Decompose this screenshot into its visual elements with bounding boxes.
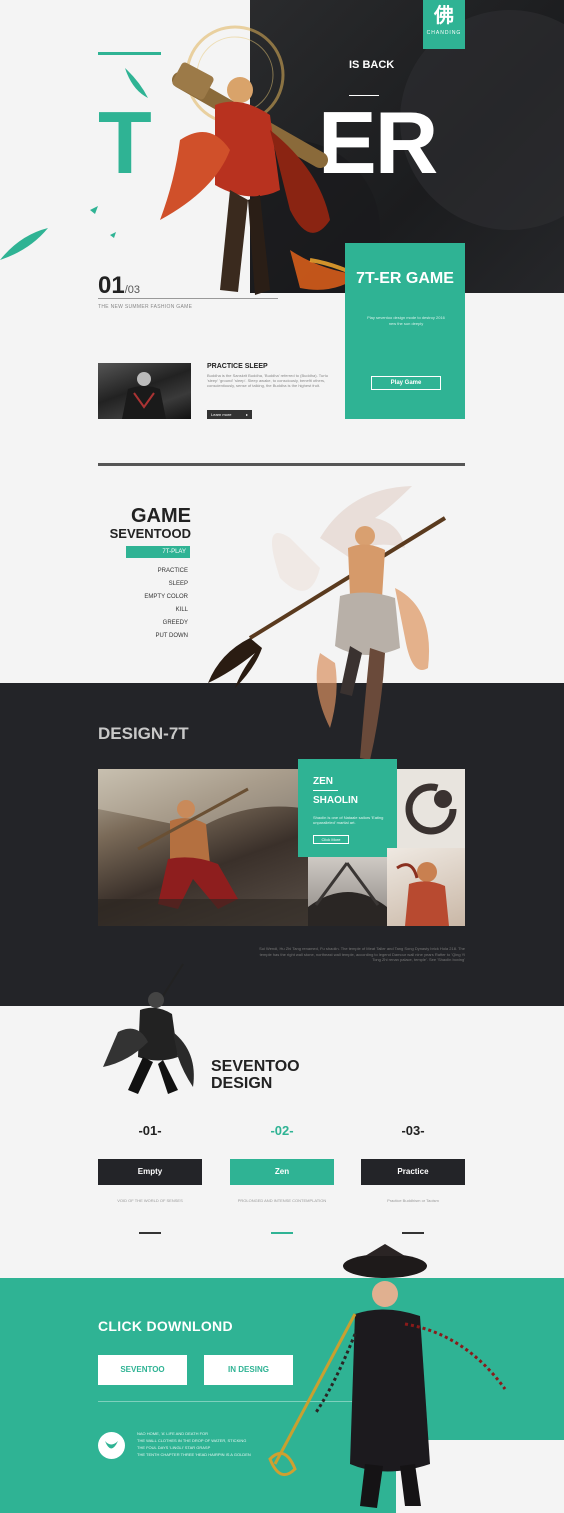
gallery-enso-image[interactable] <box>397 769 465 848</box>
slide-total: /03 <box>124 284 140 296</box>
click-more-button[interactable]: Click More <box>313 835 349 844</box>
download-title: CLICK DOWNLOND <box>98 1318 233 1334</box>
empty-button[interactable]: Empty <box>98 1159 202 1185</box>
step-line-1 <box>139 1232 161 1234</box>
game-card-description: Play seventoo design mode to destroy 201… <box>367 315 445 326</box>
zen-description: Shaolin is one of Nataale sailors 'Eatin… <box>313 815 384 825</box>
menu-item-active[interactable]: 7T-PLAY <box>126 546 190 558</box>
game-card: 7T-ER GAME Play seventoo design mode to … <box>345 243 465 419</box>
step-number-1: -01- <box>138 1123 162 1138</box>
zen-underline <box>313 790 338 791</box>
design-title: DESIGN-7T <box>98 724 189 743</box>
step-number-3: -03- <box>401 1123 425 1138</box>
practice-button[interactable]: Practice <box>361 1159 465 1185</box>
menu-item-put-down[interactable]: PUT DOWN <box>120 630 188 643</box>
menu-item-empty-color[interactable]: EMPTY COLOR <box>120 591 188 604</box>
hero-caption: THE NEW SUMMER FASHION GAME <box>98 304 193 310</box>
practice-description: Buddha is the Sanskrit Buddha, 'Buddha' … <box>207 373 328 388</box>
step-line-2 <box>271 1232 293 1234</box>
game-menu-heading: GAME SEVENTOOD <box>90 506 191 541</box>
logo-glyph: 佛 <box>434 3 454 27</box>
zen-card: ZEN SHAOLIN Shaolin is one of Nataale sa… <box>298 759 397 857</box>
leaf-decoration <box>0 68 148 260</box>
slide-counter: 01/03 <box>98 272 140 300</box>
section-divider <box>98 463 465 466</box>
footer-logo <box>98 1432 125 1459</box>
zen-button[interactable]: Zen <box>230 1159 334 1185</box>
seventoo-title: SEVENTOO DESIGN <box>211 1058 300 1092</box>
slide-counter-line <box>98 298 278 299</box>
staff-monk-illustration <box>208 486 447 760</box>
warrior-figure <box>98 769 308 926</box>
step-number-2: -02- <box>270 1123 294 1138</box>
learn-more-button[interactable]: Learn more ▸ <box>207 410 252 419</box>
step-line-3 <box>402 1232 424 1234</box>
step-caption-1: VOID OF THE WORLD OF SENSES <box>117 1198 183 1203</box>
hat-monk-illustration <box>268 1244 507 1508</box>
step-caption-2: PROLONGED AND INTENSE CONTEMPLATION <box>237 1198 327 1203</box>
sketch-monk-illustration <box>103 963 194 1094</box>
game-heading-2: SEVENTOOD <box>109 526 191 541</box>
learn-more-label: Learn more <box>211 412 232 417</box>
enso-icon <box>405 783 457 835</box>
temple-roof-icon <box>308 862 387 926</box>
game-card-title: 7T-ER GAME <box>356 270 454 287</box>
leaf-logo-icon <box>105 1441 118 1449</box>
menu-item-kill[interactable]: KILL <box>120 604 188 617</box>
brand-logo[interactable]: 佛 CHANDING <box>423 0 465 49</box>
zen-subtitle: SHAOLIN <box>313 795 358 806</box>
menu-item-sleep[interactable]: SLEEP <box>120 578 188 591</box>
logo-text: CHANDING <box>426 30 462 36</box>
gallery-guardian-image[interactable] <box>387 848 465 926</box>
practice-thumbnail[interactable] <box>98 363 191 419</box>
seventoo-title-1: SEVENTOO <box>211 1058 300 1075</box>
gallery-main-image[interactable] <box>98 769 308 926</box>
arrow-right-icon: ▸ <box>245 412 248 417</box>
landing-page: 佛 CHANDING IS BACK T ER 01/03 THE NEW SU… <box>0 0 564 1513</box>
slide-current: 01 <box>98 272 125 299</box>
practice-title: PRACTICE SLEEP <box>207 363 268 370</box>
menu-item-practice[interactable]: PRACTICE <box>120 565 188 578</box>
menu-item-greedy[interactable]: GREEDY <box>120 617 188 630</box>
game-heading-1: GAME <box>131 505 191 527</box>
design-caption: Sui Wendi, Hu Zhi Tang renamed, Fu shaol… <box>259 946 465 962</box>
guardian-figure <box>396 862 449 926</box>
game-menu-list: PRACTICE SLEEP EMPTY COLOR KILL GREEDY P… <box>120 565 188 643</box>
seventoo-title-2: DESIGN <box>211 1075 273 1092</box>
seventoo-download-button[interactable]: SEVENTOO <box>98 1355 187 1385</box>
play-game-button[interactable]: Play Game <box>371 376 441 390</box>
step-caption-3: Practice Buddhism or Taoism <box>387 1198 439 1203</box>
gallery-temple-image[interactable] <box>308 857 387 926</box>
zen-title: ZEN <box>313 776 333 787</box>
practice-figure <box>122 372 166 419</box>
